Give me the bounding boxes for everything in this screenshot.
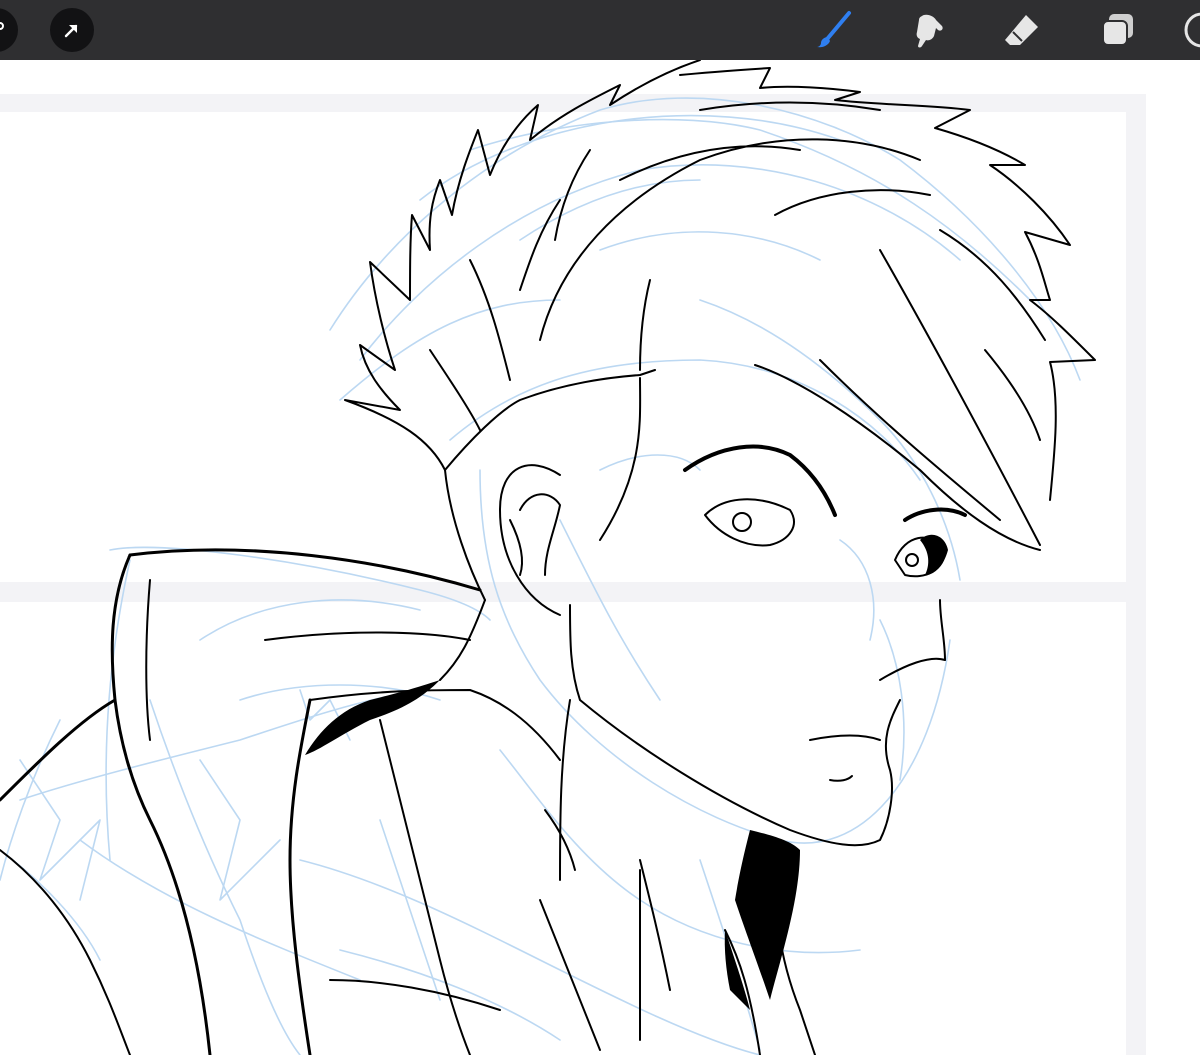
layers-icon[interactable] [1096, 8, 1140, 52]
smudge-icon[interactable] [906, 8, 950, 52]
drawing-canvas[interactable] [0, 60, 1200, 1055]
eraser-icon[interactable] [1000, 8, 1044, 52]
top-toolbar [0, 0, 1200, 60]
color-picker-icon[interactable] [1180, 8, 1200, 52]
brush-icon[interactable] [810, 8, 854, 52]
line-art-illustration [0, 60, 1096, 1055]
selection-arrow-icon[interactable] [50, 8, 94, 52]
wrench-icon[interactable] [0, 8, 18, 52]
